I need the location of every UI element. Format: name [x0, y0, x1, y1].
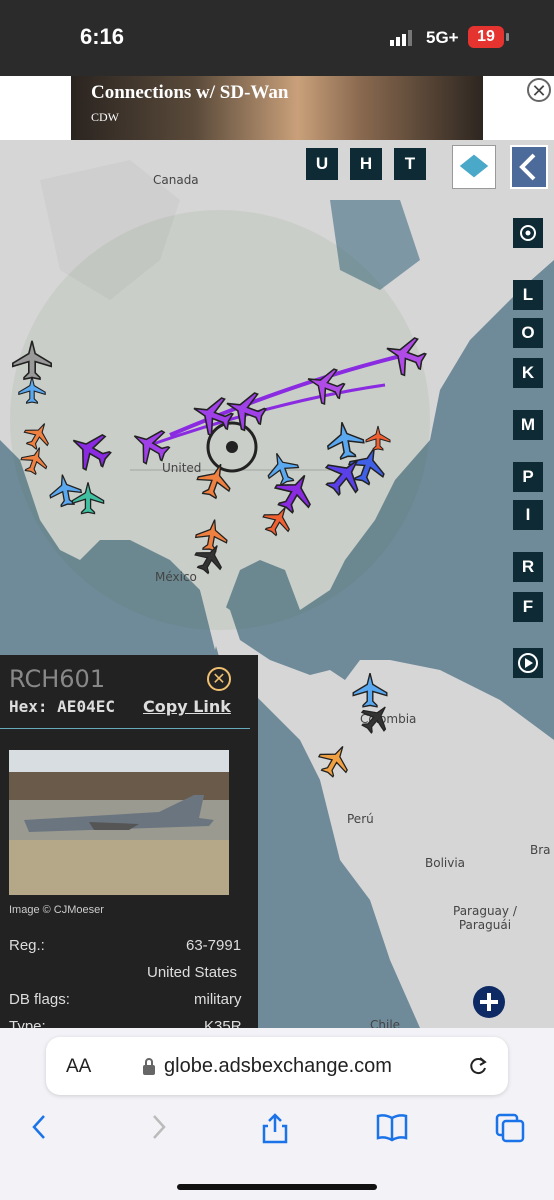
button-l[interactable]: L	[513, 280, 543, 310]
battery-cap	[506, 33, 509, 41]
button-i[interactable]: I	[513, 500, 543, 530]
back-icon[interactable]	[28, 1112, 50, 1142]
ad-close-icon[interactable]: ✕	[527, 78, 551, 102]
aircraft-icon[interactable]	[261, 447, 303, 489]
replay-button[interactable]	[513, 648, 543, 678]
clock: 6:16	[80, 24, 125, 49]
layers-button[interactable]	[452, 145, 496, 189]
aircraft-icon[interactable]	[19, 416, 57, 454]
image-credit: Image © CJMoeser	[9, 904, 104, 916]
share-icon[interactable]	[260, 1112, 290, 1144]
button-f[interactable]: F	[513, 592, 543, 622]
back-button[interactable]	[510, 145, 548, 189]
aircraft-icon[interactable]	[379, 329, 431, 381]
aircraft-icon[interactable]	[267, 464, 323, 520]
aircraft-info-panel: RCH601 ✕ Hex: AE04EC Copy Link Image © C…	[0, 655, 258, 1028]
aircraft-icon[interactable]	[192, 457, 238, 503]
reg-value: 63-7991	[186, 937, 242, 954]
aircraft-icon[interactable]	[365, 425, 391, 451]
aircraft-icon[interactable]	[323, 418, 367, 462]
aircraft-icon[interactable]	[352, 672, 388, 708]
hex-label-text: Hex:	[9, 697, 48, 716]
network-type: 5G+	[426, 28, 459, 47]
forward-icon[interactable]	[148, 1112, 170, 1142]
button-o[interactable]: O	[513, 318, 543, 348]
bookmarks-icon[interactable]	[375, 1112, 409, 1142]
settings-button[interactable]	[513, 218, 543, 248]
db-flags-value: military	[194, 991, 242, 1008]
chevron-left-icon	[519, 153, 536, 181]
button-h[interactable]: H	[350, 148, 382, 180]
aircraft-photo-image	[9, 750, 229, 895]
lock-icon	[143, 1058, 155, 1075]
address-bar[interactable]: AA globe.adsbexchange.com	[46, 1037, 508, 1095]
button-m[interactable]: M	[513, 410, 543, 440]
layers-icon	[458, 153, 490, 179]
zoom-in-button[interactable]	[473, 986, 505, 1018]
aircraft-icon[interactable]	[18, 376, 46, 404]
aircraft-photo[interactable]	[9, 750, 229, 895]
tabs-icon[interactable]	[494, 1112, 526, 1144]
plus-icon	[480, 993, 498, 1011]
copy-link[interactable]: Copy Link	[143, 697, 231, 716]
button-p[interactable]: P	[513, 462, 543, 492]
button-t[interactable]: T	[394, 148, 426, 180]
button-r[interactable]: R	[513, 552, 543, 582]
callsign: RCH601	[9, 665, 106, 693]
aircraft-icon[interactable]	[193, 516, 231, 554]
ad-image[interactable]: Connections w/ SD-Wan CDW	[71, 76, 483, 140]
country-value: United States	[147, 964, 238, 981]
db-flags-label: DB flags:	[9, 991, 70, 1008]
aircraft-icon[interactable]	[313, 738, 357, 782]
status-bar: 6:16 5G+ 19	[0, 0, 554, 76]
aircraft-icon[interactable]	[186, 389, 238, 441]
replay-icon	[518, 653, 538, 673]
ad-sponsor: CDW	[91, 110, 119, 124]
cellular-signal-icon	[390, 30, 412, 46]
hex-value: AE04EC	[57, 697, 115, 716]
aircraft-icon[interactable]	[11, 339, 53, 381]
home-indicator	[177, 1184, 377, 1190]
aircraft-icon[interactable]	[71, 481, 105, 515]
reg-label: Reg.:	[9, 937, 45, 954]
aircraft-icon[interactable]	[124, 419, 176, 471]
aircraft-icon[interactable]	[46, 471, 84, 509]
gear-icon	[520, 225, 536, 241]
ad-headline: Connections w/ SD-Wan	[91, 82, 289, 103]
aircraft-icon[interactable]	[301, 361, 349, 409]
type-value: K35R	[204, 1018, 242, 1028]
text-size-button[interactable]: AA	[66, 1056, 91, 1078]
button-u[interactable]: U	[306, 148, 338, 180]
reload-icon[interactable]	[466, 1054, 490, 1078]
type-label: Type:	[9, 1018, 46, 1028]
panel-divider	[0, 728, 250, 729]
url-text[interactable]: globe.adsbexchange.com	[164, 1055, 392, 1078]
hex-label: Hex: AE04EC	[9, 697, 115, 716]
battery-level: 19	[468, 26, 504, 48]
button-k[interactable]: K	[513, 358, 543, 388]
aircraft-icon[interactable]	[62, 422, 118, 478]
panel-close-icon[interactable]: ✕	[207, 667, 231, 691]
